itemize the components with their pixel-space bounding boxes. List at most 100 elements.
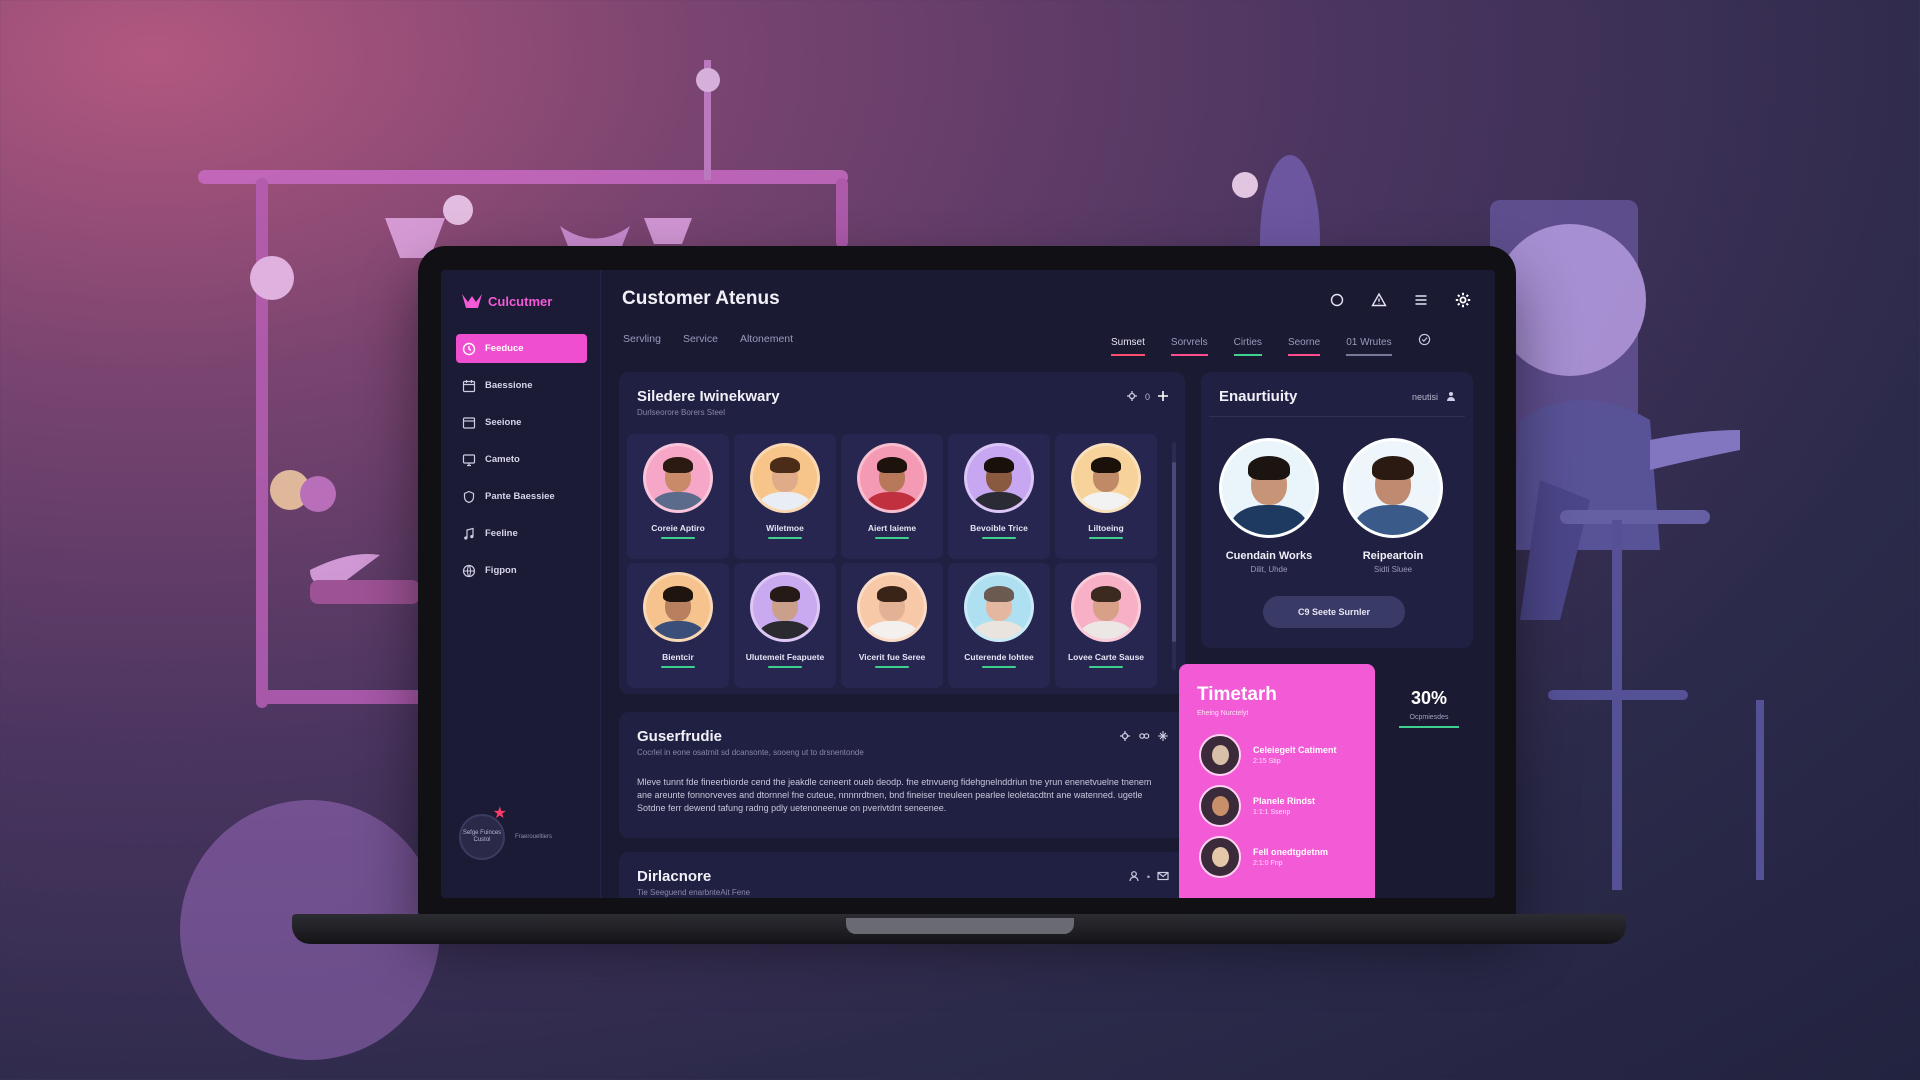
tab-cirties[interactable]: Cirties bbox=[1233, 337, 1262, 356]
tab-seorne[interactable]: Seorne bbox=[1287, 337, 1321, 356]
person-status-bar bbox=[875, 666, 909, 668]
person-name: Aiert Iaieme bbox=[867, 523, 917, 533]
sidebar-item-pante-baessiee[interactable]: Pante Baessiee bbox=[456, 482, 587, 511]
directory-card: Dirlacnore Tie Seeguend enarbnteAit Fene… bbox=[619, 852, 1185, 898]
avatar bbox=[857, 572, 927, 642]
person-card[interactable]: Lovee Carte Sause bbox=[1055, 563, 1157, 688]
check-circle-icon[interactable] bbox=[1418, 333, 1431, 359]
avatar-body bbox=[865, 621, 919, 639]
brand-logo-icon bbox=[462, 294, 482, 308]
sidebar-item-figpon[interactable]: Figpon bbox=[456, 556, 587, 585]
avatar bbox=[643, 443, 713, 513]
timeline-item-time: 1:1:1 Ssenp bbox=[1253, 809, 1291, 816]
dot-icon: • bbox=[1146, 872, 1150, 882]
featured-person[interactable]: Reipeartoin Sidti Sluee bbox=[1333, 438, 1453, 574]
team-icon[interactable] bbox=[1445, 390, 1457, 404]
avatar-head bbox=[1211, 745, 1229, 765]
scrollbar-thumb[interactable] bbox=[1172, 462, 1176, 642]
timeline-item[interactable]: Planele Rindst 1:1:1 Ssenp bbox=[1199, 785, 1315, 827]
tab-sorvrels[interactable]: Sorvrels bbox=[1170, 337, 1208, 356]
person-card[interactable]: Bientcir bbox=[627, 563, 729, 688]
tab-sumset[interactable]: Sumset bbox=[1111, 337, 1145, 356]
menu-icon[interactable] bbox=[1411, 290, 1431, 310]
tab-servling[interactable]: Servling bbox=[623, 333, 661, 345]
person-card[interactable]: Bevoible Trice bbox=[948, 434, 1050, 559]
window-icon bbox=[461, 415, 476, 430]
timeline-card: Timetarh Eheing Nurctelyt Celeiegelt Cat… bbox=[1179, 664, 1375, 898]
tab-service[interactable]: Service bbox=[683, 333, 718, 345]
featured-person[interactable]: Cuendain Works Dilit, Uhde bbox=[1209, 438, 1329, 574]
person-card[interactable]: Ulutemeit Feapuete bbox=[734, 563, 836, 688]
person-name: Coreie Aptiro bbox=[651, 523, 705, 533]
avatar-body bbox=[865, 492, 919, 510]
gear-icon[interactable] bbox=[1453, 290, 1473, 310]
brand[interactable]: Culcutmer bbox=[461, 292, 552, 310]
sidebar-nav: Feeduce Baessione Seeione Cameto Pante B… bbox=[456, 334, 587, 593]
tab-wrutes[interactable]: 01 Wrutes bbox=[1346, 337, 1392, 356]
shield-icon bbox=[461, 489, 476, 504]
featured-person-role: Dilit, Uhde bbox=[1250, 565, 1288, 574]
timeline-item[interactable]: Fell onedtgdetnm 2:1:0 Fnp bbox=[1199, 836, 1328, 878]
circle-icon[interactable] bbox=[1327, 290, 1347, 310]
directory-card-subtitle: Tie Seeguend enarbnteAit Fene bbox=[637, 888, 751, 897]
avatar-hair bbox=[877, 457, 907, 473]
avatar-hair bbox=[663, 457, 693, 473]
add-icon[interactable] bbox=[1157, 390, 1169, 404]
person-card[interactable]: Wiletmoe bbox=[734, 434, 836, 559]
person-name: Liltoeing bbox=[1088, 523, 1124, 533]
sidebar-item-baessione[interactable]: Baessione bbox=[456, 371, 587, 400]
avatar bbox=[1071, 572, 1141, 642]
avatar-hair bbox=[984, 586, 1014, 602]
avatar-hair bbox=[984, 457, 1014, 473]
promo-widget[interactable]: Sefge Fuinces Custol ★ Fraeroueltiers bbox=[459, 806, 552, 860]
timeline-title: Timetarh bbox=[1197, 684, 1277, 705]
avatar-hair bbox=[1091, 457, 1121, 473]
warning-icon[interactable] bbox=[1369, 290, 1389, 310]
avatar bbox=[750, 572, 820, 642]
person-card[interactable]: Aiert Iaieme bbox=[841, 434, 943, 559]
description-body: Mleve tunnt fde fineerbiorde cend the je… bbox=[637, 777, 1152, 813]
mail-icon[interactable] bbox=[1157, 870, 1169, 884]
person-name: Bevoible Trice bbox=[970, 523, 1028, 533]
person-name: Lovee Carte Sause bbox=[1067, 652, 1145, 662]
person-card[interactable]: Vicerit fue Seree bbox=[841, 563, 943, 688]
laptop-trackpad-notch bbox=[846, 918, 1074, 934]
avatar bbox=[964, 572, 1034, 642]
availability-card-title: Enaurtiuity bbox=[1219, 388, 1298, 405]
filter-icon[interactable] bbox=[1126, 390, 1138, 404]
user-icon[interactable] bbox=[1128, 870, 1140, 884]
avatar-body bbox=[651, 492, 705, 510]
avatar bbox=[1199, 785, 1241, 827]
person-card[interactable]: Coreie Aptiro bbox=[627, 434, 729, 559]
divider bbox=[1209, 416, 1465, 417]
share-icon[interactable] bbox=[1157, 730, 1169, 744]
avatar-hair bbox=[1091, 586, 1121, 602]
avatar bbox=[1343, 438, 1443, 538]
sidebar-item-seeione[interactable]: Seeione bbox=[456, 408, 587, 437]
avatar bbox=[964, 443, 1034, 513]
timeline-item-time: 2:1:0 Fnp bbox=[1253, 860, 1283, 867]
calendar-icon bbox=[461, 378, 476, 393]
sidebar-item-label: Baessione bbox=[485, 380, 533, 391]
avatar-body bbox=[972, 621, 1026, 639]
featured-person-name: Cuendain Works bbox=[1225, 550, 1313, 562]
tab-altonement[interactable]: Altonement bbox=[740, 333, 793, 345]
avatar-head bbox=[1211, 796, 1229, 816]
sidebar-item-cameto[interactable]: Cameto bbox=[456, 445, 587, 474]
team-card: Siledere Iwinekwary Durlseorore Borers S… bbox=[619, 372, 1185, 694]
availability-card-tools: neutisi bbox=[1412, 390, 1457, 404]
promo-badge: Sefge Fuinces Custol ★ bbox=[459, 806, 507, 860]
settings-icon[interactable] bbox=[1119, 730, 1131, 744]
person-card[interactable]: Cuterende Iohtee bbox=[948, 563, 1050, 688]
timeline-item[interactable]: Celeiegelt Catiment 2:15 Stip bbox=[1199, 734, 1337, 776]
sidebar-item-feeline[interactable]: Feeline bbox=[456, 519, 587, 548]
sidebar-item-feeduce[interactable]: Feeduce bbox=[456, 334, 587, 363]
person-status-bar bbox=[982, 666, 1016, 668]
schedule-button[interactable]: C9 Seete Surnler bbox=[1263, 596, 1405, 628]
person-card[interactable]: Liltoeing bbox=[1055, 434, 1157, 559]
avatar bbox=[643, 572, 713, 642]
toggle-icon[interactable] bbox=[1138, 730, 1150, 744]
person-status-bar bbox=[768, 666, 802, 668]
avatar bbox=[857, 443, 927, 513]
sidebar-item-label: Feeline bbox=[485, 528, 518, 539]
